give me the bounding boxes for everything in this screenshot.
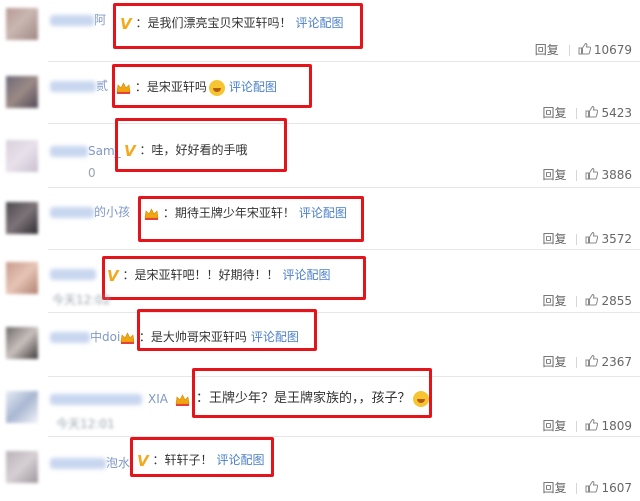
comment-text: ：王牌少年？是王牌家族的，，孩子？ (196, 391, 411, 406)
comment-text: ：是大帅哥宋亚轩吗 (138, 330, 247, 344)
avatar[interactable] (6, 8, 38, 40)
username[interactable] (50, 264, 96, 284)
vip-v-icon: V (107, 266, 119, 285)
reply-button[interactable]: 回复 (542, 106, 566, 120)
like-icon[interactable] (585, 167, 599, 185)
comment-time: 今天12:02 (52, 293, 111, 307)
comment-item: 的小孩 ：期待王牌少年宋亚轩！ 评论配图 回复 3572 (0, 188, 640, 250)
comment-text-line: ：期待王牌少年宋亚轩！ 评论配图 (141, 203, 347, 223)
comment-text-line: V ：哇，好好看的手哦 (121, 140, 247, 160)
comment-text-line: ：是大帅哥宋亚轩吗 评论配图 (117, 327, 299, 347)
crown-badge-icon (120, 331, 135, 344)
comment-image-link[interactable]: 评论配图 (229, 80, 277, 94)
username[interactable]: Sam_ (50, 141, 121, 161)
username[interactable]: 泡水 (50, 453, 130, 473)
like-icon[interactable] (585, 231, 599, 249)
username[interactable]: XIA (50, 389, 190, 409)
reply-button[interactable]: 回复 (542, 168, 566, 182)
reply-button[interactable]: 回复 (542, 294, 566, 308)
like-count: 2367 (601, 355, 632, 369)
like-icon[interactable] (578, 42, 591, 60)
like-count: 5423 (601, 106, 632, 120)
comment-actions: 回复 10679 (535, 41, 632, 59)
laugh-cry-emoji (208, 79, 225, 96)
comment-actions: 回复 3572 (542, 230, 632, 248)
comment-text: ：期待王牌少年宋亚轩！ (162, 206, 295, 220)
vip-v-icon: V (137, 451, 149, 470)
like-icon[interactable] (585, 354, 599, 372)
comment-image-link[interactable]: 评论配图 (299, 206, 347, 220)
like-icon[interactable] (585, 418, 599, 436)
vip-v-icon: V (124, 141, 136, 160)
comment-text-line: V ：是我们漂亮宝贝宋亚轩吗！ 评论配图 (117, 13, 343, 33)
like-count: 10679 (593, 43, 632, 57)
avatar[interactable] (6, 202, 38, 234)
avatar[interactable] (6, 76, 38, 108)
like-count: 2855 (601, 294, 632, 308)
comment-actions: 回复 5423 (542, 104, 632, 122)
avatar[interactable] (6, 140, 38, 172)
reply-button[interactable]: 回复 (535, 43, 559, 57)
comment-image-link[interactable]: 评论配图 (282, 268, 330, 282)
crown-badge-icon (175, 393, 190, 406)
comment-text: ：轩轩子！ (152, 453, 213, 467)
like-icon[interactable] (585, 480, 599, 498)
crown-badge-icon (116, 81, 131, 94)
comment-image-link[interactable]: 评论配图 (251, 330, 299, 344)
grin-sweat-emoji (412, 390, 429, 407)
reply-button[interactable]: 回复 (542, 232, 566, 246)
comment-image-link[interactable]: 评论配图 (295, 16, 343, 30)
comment-item: Sam_ V ：哇，好好看的手哦 0 回复 3886 (0, 118, 640, 188)
comment-text-line: ：王牌少年？是王牌家族的，，孩子？ (196, 389, 429, 409)
comment-time: 0 (88, 166, 96, 180)
avatar[interactable] (6, 451, 38, 483)
comment-actions: 回复 1809 (542, 417, 632, 435)
username[interactable]: 贰 (50, 76, 108, 96)
comment-actions: 回复 3886 (542, 166, 632, 184)
avatar[interactable] (6, 327, 38, 359)
comment-item: 泡水 V ：轩轩子！ 评论配图 回复 1607 (0, 437, 640, 501)
comment-item: 阿 V ：是我们漂亮宝贝宋亚轩吗！ 评论配图 回复 10679 (0, 0, 640, 62)
reply-button[interactable]: 回复 (542, 355, 566, 369)
comment-text: ：哇，好好看的手哦 (139, 143, 248, 157)
avatar[interactable] (6, 391, 38, 423)
username[interactable]: 阿 (50, 10, 106, 30)
avatar[interactable] (6, 262, 38, 294)
comment-actions: 回复 2367 (542, 353, 632, 371)
reply-button[interactable]: 回复 (542, 419, 566, 433)
like-icon[interactable] (585, 105, 599, 123)
reply-button[interactable]: 回复 (542, 481, 566, 495)
comment-time: 今天12:01 (56, 417, 115, 431)
like-count: 1809 (601, 419, 632, 433)
comment-item: V ：是宋亚轩吧！！好期待！！ 评论配图 今天12:02 回复 2855 (0, 250, 640, 313)
comment-text-line: V ：轩轩子！ 评论配图 (134, 450, 264, 470)
like-icon[interactable] (585, 293, 599, 311)
comment-text: ：是宋亚轩吗 (134, 80, 207, 94)
comment-text: ：是宋亚轩吧！！好期待！！ (122, 268, 279, 282)
comment-text-line: V ：是宋亚轩吧！！好期待！！ 评论配图 (104, 265, 330, 285)
username[interactable]: 中doi (50, 327, 120, 347)
comment-text: ：是我们漂亮宝贝宋亚轩吗！ (135, 16, 292, 30)
comment-actions: 回复 2855 (542, 292, 632, 310)
comment-actions: 回复 1607 (542, 479, 632, 497)
comment-item: 贰 ：是宋亚轩吗 评论配图 回复 5423 (0, 62, 640, 124)
like-count: 1607 (601, 481, 632, 495)
comment-text-line: ：是宋亚轩吗 评论配图 (113, 77, 277, 97)
like-count: 3886 (601, 168, 632, 182)
comment-item: XIA ：王牌少年？是王牌家族的，，孩子？ 今天12:01 回复 1809 (0, 368, 640, 437)
comment-image-link[interactable]: 评论配图 (216, 453, 264, 467)
vip-v-icon: V (120, 14, 132, 33)
crown-badge-icon (144, 207, 159, 220)
username[interactable]: 的小孩 (50, 202, 130, 222)
like-count: 3572 (601, 232, 632, 246)
